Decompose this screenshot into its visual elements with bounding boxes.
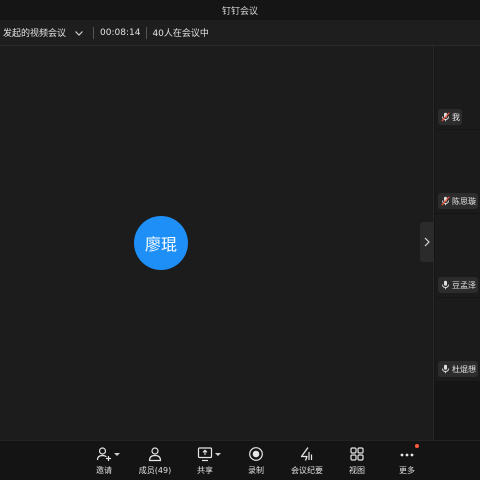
meeting-info-bar: 发起的视频会议 00:08:14 40人在会议中 (0, 20, 480, 46)
record-button[interactable]: 录制 (236, 445, 276, 477)
main-video-area: 廖琨 (0, 46, 432, 440)
mic-muted-icon (441, 196, 450, 206)
participant-name: 杜焜想 (452, 364, 476, 374)
participant-name: 豆孟泽 (452, 280, 476, 290)
notification-dot (415, 444, 419, 448)
participant-name: 我 (452, 112, 460, 122)
mic-muted-icon (441, 112, 450, 122)
mic-icon (442, 364, 449, 374)
grid-view-icon (350, 447, 364, 461)
participant-name: 陈思璇 (452, 196, 476, 206)
more-label: 更多 (399, 466, 415, 475)
record-icon (249, 447, 263, 461)
minutes-label: 会议纪要 (291, 466, 323, 475)
invite-button[interactable]: 邀请 (84, 445, 124, 477)
add-user-icon (96, 447, 111, 461)
divider (93, 26, 95, 39)
participant-label: 陈思璇 (438, 193, 478, 209)
meeting-toolbar: 邀请 成员(49) 共享 录制 会议纪要 视图 更多 (0, 440, 480, 480)
view-button[interactable]: 视图 (337, 445, 377, 477)
divider (146, 26, 148, 39)
members-icon (148, 447, 162, 462)
participant-tile[interactable]: 杜焜想 (435, 298, 480, 381)
window-title-bar: 钉钉会议 (0, 0, 480, 20)
participant-tile[interactable]: 我 (435, 46, 480, 129)
speaker-avatar: 廖琨 (134, 216, 188, 270)
view-label: 视图 (349, 466, 365, 475)
participant-label: 豆孟泽 (438, 277, 478, 293)
window-title: 钉钉会议 (221, 6, 258, 17)
participant-label: 我 (438, 109, 462, 125)
ai-minutes-icon (300, 447, 313, 461)
participant-tile[interactable]: 陈思璇 (435, 130, 480, 213)
mic-icon (442, 280, 449, 290)
collapse-sidebar-button[interactable] (420, 222, 434, 262)
participants-status[interactable]: 40人在会议中 (152, 26, 208, 39)
caret-down-icon[interactable] (114, 453, 120, 456)
share-button[interactable]: 共享 (185, 445, 225, 477)
caret-down-icon[interactable] (215, 453, 221, 456)
chevron-right-icon (424, 237, 430, 247)
participant-label: 杜焜想 (438, 361, 478, 377)
minutes-button[interactable]: 会议纪要 (287, 445, 327, 477)
meeting-title[interactable]: 发起的视频会议 (0, 26, 66, 39)
more-button[interactable]: 更多 (387, 444, 427, 477)
meeting-duration: 00:08:14 (100, 27, 141, 38)
speaker-avatar-text: 廖琨 (144, 235, 177, 254)
share-label: 共享 (197, 466, 213, 475)
participant-sidebar[interactable]: 我 陈思璇 豆孟泽 杜焜想 (433, 46, 480, 440)
record-label: 录制 (248, 466, 264, 475)
screen-share-icon (197, 447, 213, 462)
participant-tile[interactable]: 豆孟泽 (435, 214, 480, 297)
more-icon (400, 453, 414, 457)
invite-label: 邀请 (96, 466, 112, 475)
chevron-down-icon[interactable] (73, 27, 85, 39)
members-button[interactable]: 成员(49) (135, 445, 175, 477)
members-label: 成员(49) (138, 466, 172, 475)
